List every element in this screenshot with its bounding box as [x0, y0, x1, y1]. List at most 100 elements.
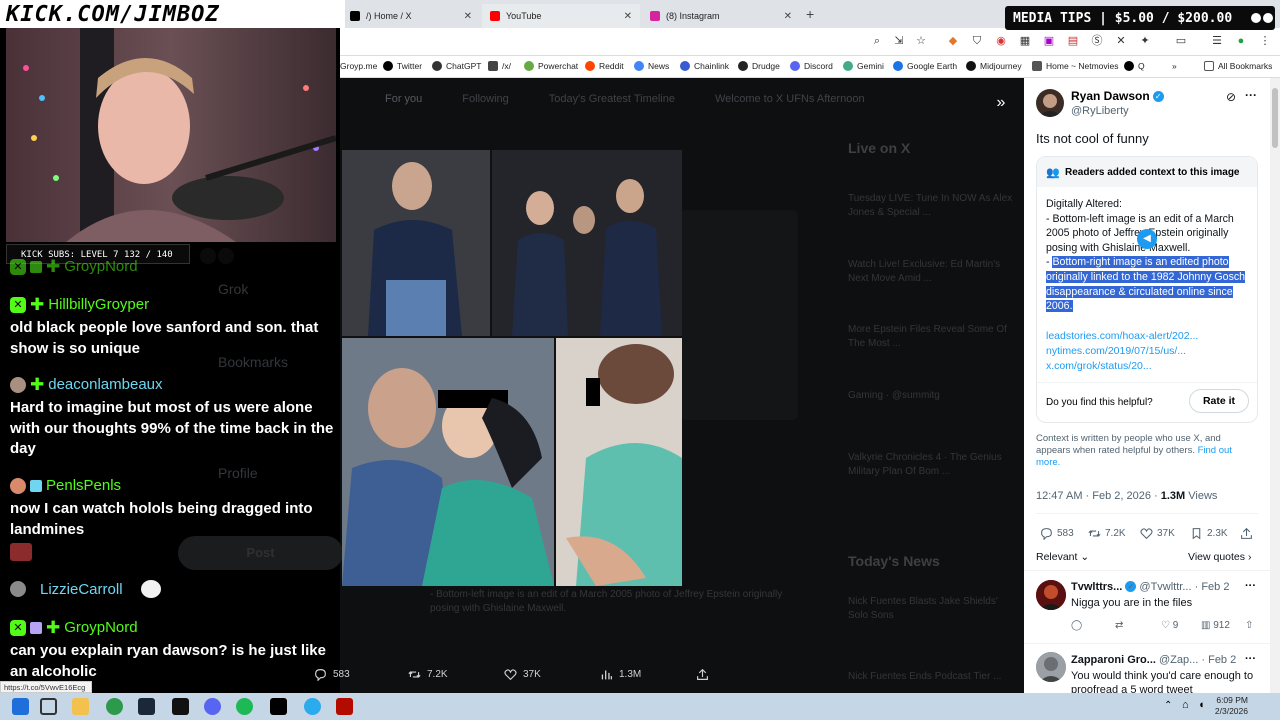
- close-tab-icon[interactable]: ✕: [464, 11, 472, 22]
- bookmark-reddit[interactable]: Reddit: [585, 61, 624, 71]
- reply-stat[interactable]: 583: [1040, 527, 1074, 540]
- rate-it-button[interactable]: Rate it: [1189, 389, 1249, 413]
- bookmarks-overflow-icon[interactable]: »: [1172, 61, 1177, 71]
- live-item[interactable]: Valkyrie Chronicles 4 · The Genius Milit…: [848, 451, 1018, 479]
- bookmark-news[interactable]: News: [634, 61, 669, 71]
- tab-instagram[interactable]: (8) Instagram ✕: [642, 4, 800, 28]
- tab-greatest-timeline[interactable]: Today's Greatest Timeline: [549, 93, 675, 105]
- news-item[interactable]: Nick Fuentes Blasts Jake Shields' Solo S…: [848, 595, 1018, 623]
- embedded-video-card[interactable]: [680, 210, 798, 420]
- bookmark-netmovies[interactable]: Home ~ Netmovies: [1032, 61, 1119, 71]
- bookmark-stat[interactable]: 2.3K: [1190, 527, 1228, 540]
- chrome-icon[interactable]: [106, 698, 123, 715]
- tab-welcome[interactable]: Welcome to X UFNs Afternoon: [715, 93, 865, 105]
- close-tab-icon[interactable]: ✕: [624, 11, 632, 22]
- telegram-icon[interactable]: [304, 698, 321, 715]
- scrollbar-thumb[interactable]: [1272, 88, 1278, 148]
- more-options-icon[interactable]: ···: [1245, 653, 1256, 665]
- bookmark-twitter[interactable]: Twitter: [383, 61, 422, 71]
- extension-purple-icon[interactable]: ▣: [1042, 34, 1056, 48]
- extension-s-icon[interactable]: Ⓢ: [1090, 34, 1104, 48]
- bookmark-groyp[interactable]: Groyp.me: [340, 61, 377, 71]
- view-quotes-link[interactable]: View quotes ›: [1188, 551, 1251, 563]
- source-link[interactable]: nytimes.com/2019/07/15/us/...: [1046, 345, 1186, 357]
- reading-list-icon[interactable]: ☰: [1210, 34, 1224, 48]
- bookmark-gemini[interactable]: Gemini: [843, 61, 884, 71]
- browser-menu-icon[interactable]: ⋮: [1258, 34, 1272, 48]
- tab-for-you[interactable]: For you: [385, 93, 422, 105]
- close-tab-icon[interactable]: ✕: [784, 11, 792, 22]
- live-item[interactable]: More Epstein Files Reveal Some Of The Mo…: [848, 323, 1018, 351]
- chat-username[interactable]: ✚ deaconlambeaux: [10, 376, 163, 393]
- reply-avatar[interactable]: [1036, 580, 1066, 610]
- network-icon[interactable]: ⌂: [1182, 699, 1189, 711]
- bookmark-chainlink[interactable]: Chainlink: [680, 61, 729, 71]
- chat-username[interactable]: LizzieCarroll: [10, 580, 161, 598]
- share-stat[interactable]: [1240, 527, 1253, 540]
- like-stat[interactable]: 37K: [1140, 527, 1175, 540]
- volume-icon[interactable]: ◖: [1198, 699, 1205, 711]
- system-clock[interactable]: 6:09 PM 2/3/2026: [1215, 695, 1248, 717]
- expand-panel-icon[interactable]: »: [988, 90, 1014, 116]
- tweet-image-collage[interactable]: [342, 150, 682, 586]
- news-item[interactable]: Nick Fuentes Ends Podcast Tier ...: [848, 670, 1018, 684]
- profile-avatar-icon[interactable]: ●: [1234, 34, 1248, 48]
- bookmark-midjourney[interactable]: Midjourney: [966, 61, 1022, 71]
- extension-red2-icon[interactable]: ▤: [1066, 34, 1080, 48]
- reply-avatar[interactable]: [1036, 652, 1066, 682]
- steam-icon[interactable]: [138, 698, 155, 715]
- bookmark-chatgpt[interactable]: ChatGPT: [432, 61, 481, 71]
- file-explorer-icon[interactable]: [72, 698, 89, 715]
- live-item[interactable]: Watch Live! Exclusive: Ed Martin's Next …: [848, 258, 1018, 286]
- source-link[interactable]: leadstories.com/hoax-alert/202...: [1046, 330, 1198, 342]
- repost-action[interactable]: 7.2K: [408, 668, 448, 681]
- grok-icon[interactable]: ⊘: [1226, 90, 1236, 104]
- cast-icon[interactable]: ▭: [1174, 34, 1188, 48]
- like-action[interactable]: ♡ 9: [1161, 620, 1178, 631]
- views-action[interactable]: 1.3M: [600, 668, 641, 681]
- more-options-icon[interactable]: ···: [1245, 580, 1256, 592]
- speaker-icon[interactable]: ◀: [1137, 229, 1157, 249]
- post-button[interactable]: Post: [178, 536, 343, 570]
- app-icon[interactable]: [172, 698, 189, 715]
- tab-following[interactable]: Following: [462, 93, 508, 105]
- chat-username[interactable]: PenlsPenls: [10, 477, 121, 494]
- live-item[interactable]: Gaming · @summitg: [848, 389, 1018, 403]
- time-text[interactable]: 12:47 AM · Feb 2, 2026 ·: [1036, 490, 1161, 502]
- bookmark-star-icon[interactable]: ☆: [914, 34, 928, 48]
- author-name[interactable]: Ryan Dawson ✓: [1071, 89, 1164, 103]
- extension-counter-icon[interactable]: ▦: [1018, 34, 1032, 48]
- new-tab-button[interactable]: +: [806, 6, 814, 22]
- nav-profile[interactable]: Profile: [218, 465, 258, 481]
- bookmark-discord[interactable]: Discord: [790, 61, 833, 71]
- bookmark-drudge[interactable]: Drudge: [738, 61, 780, 71]
- acrobat-icon[interactable]: [336, 698, 353, 715]
- like-action[interactable]: 37K: [504, 668, 541, 681]
- author-avatar[interactable]: [1036, 89, 1064, 117]
- extension-red-icon[interactable]: ◉: [994, 34, 1008, 48]
- capcut-icon[interactable]: [270, 698, 287, 715]
- source-link[interactable]: x.com/grok/status/20...: [1046, 360, 1152, 372]
- share-icon[interactable]: ⇧: [1245, 620, 1253, 631]
- tab-x-home[interactable]: /) Home / X ✕: [342, 4, 480, 28]
- zoom-icon[interactable]: ⌕: [870, 34, 884, 48]
- spotify-icon[interactable]: [236, 698, 253, 715]
- repost-stat[interactable]: 7.2K: [1088, 527, 1126, 540]
- views-action[interactable]: ▥ 912: [1201, 620, 1230, 631]
- bookmark-x-board[interactable]: /x/: [488, 61, 511, 71]
- panel-scrollbar[interactable]: [1270, 78, 1280, 693]
- author-handle[interactable]: @RyLiberty: [1071, 105, 1129, 117]
- repost-icon[interactable]: ⇄: [1115, 620, 1123, 631]
- reply-icon[interactable]: ◯: [1071, 620, 1082, 631]
- install-icon[interactable]: ⇲: [892, 34, 906, 48]
- tray-chevron-icon[interactable]: ⌃: [1164, 700, 1172, 711]
- start-menu-icon[interactable]: [12, 698, 29, 715]
- nav-grok[interactable]: Grok: [218, 281, 248, 297]
- reply-author[interactable]: Tvwlttrs... ✓ @Tvwlttr... · Feb 2: [1071, 581, 1229, 593]
- reply-author[interactable]: Zapparoni Gro... @Zap... · Feb 2: [1071, 654, 1236, 666]
- metamask-icon[interactable]: ◆: [946, 34, 960, 48]
- task-view-icon[interactable]: [40, 698, 57, 715]
- chat-username[interactable]: ✕ ✚ GroypNord: [10, 258, 138, 275]
- more-options-icon[interactable]: ···: [1245, 88, 1257, 102]
- extension-shield-icon[interactable]: ⛉: [970, 34, 984, 48]
